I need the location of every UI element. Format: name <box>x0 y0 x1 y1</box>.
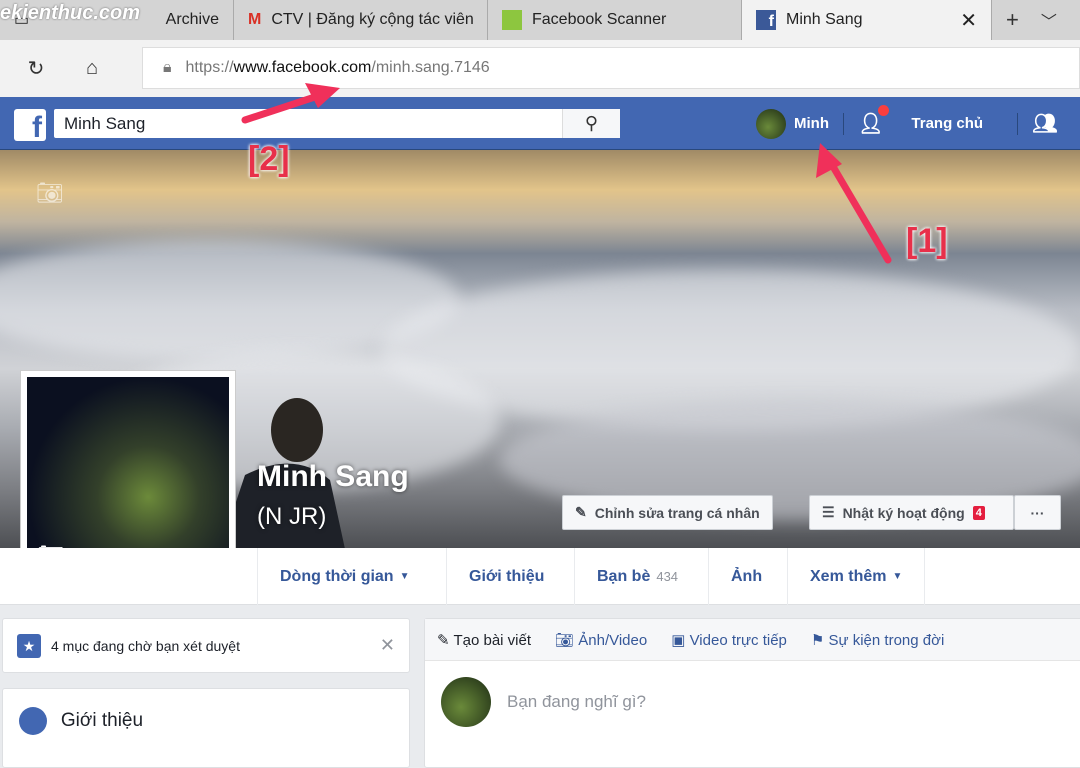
annotation-arrows <box>241 83 892 264</box>
annotation-label-2: [2] <box>248 140 290 178</box>
annotation-label-1: [1] <box>906 222 948 260</box>
